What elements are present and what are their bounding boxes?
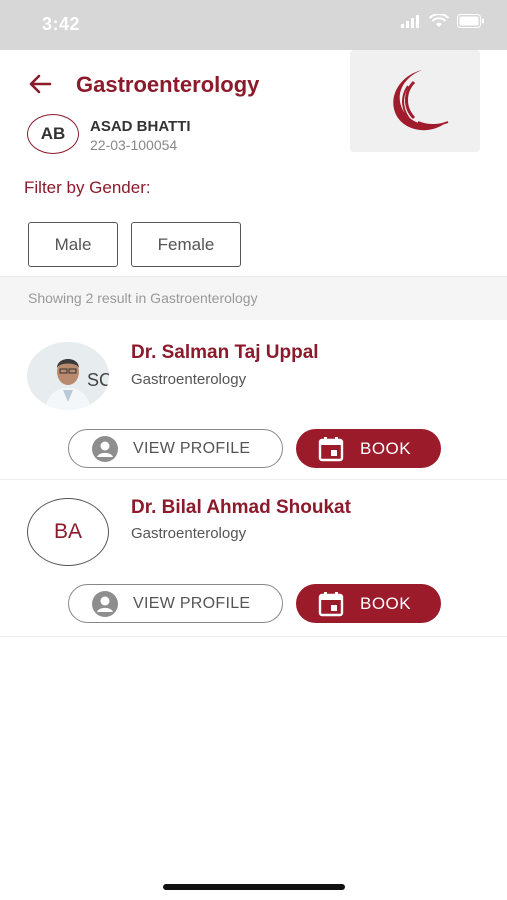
doctor-photo: SC: [27, 342, 109, 410]
doctor-specialty: Gastroenterology: [131, 371, 247, 388]
page-title: Gastroenterology: [76, 72, 260, 97]
book-button[interactable]: BOOK: [296, 429, 441, 468]
calendar-icon: [318, 591, 344, 616]
results-summary: Showing 2 result in Gastroenterology: [28, 290, 258, 306]
view-profile-button[interactable]: VIEW PROFILE: [68, 429, 283, 468]
calendar-icon: [318, 436, 344, 461]
home-indicator[interactable]: [163, 884, 345, 890]
wifi-icon: [429, 14, 449, 27]
person-circle-icon: [92, 435, 118, 462]
doctor-card: BA Dr. Bilal Ahmad Shoukat Gastroenterol…: [0, 481, 507, 637]
battery-icon: [457, 14, 484, 28]
book-label: BOOK: [360, 438, 412, 458]
view-profile-label: VIEW PROFILE: [133, 439, 251, 457]
filter-female-button[interactable]: Female: [131, 222, 241, 267]
person-circle-icon: [92, 590, 118, 617]
svg-text:SC: SC: [87, 370, 109, 390]
doctor-initials-avatar: BA: [27, 498, 109, 566]
doctor-card: SC Dr. Salman Taj Uppal Gastroenterology…: [0, 322, 507, 480]
book-button[interactable]: BOOK: [296, 584, 441, 623]
crescent-logo-icon: [393, 70, 449, 131]
logo: [350, 50, 480, 152]
view-profile-label: VIEW PROFILE: [133, 594, 251, 612]
user-name: ASAD BHATTI: [90, 118, 191, 135]
view-profile-button[interactable]: VIEW PROFILE: [68, 584, 283, 623]
doctor-specialty: Gastroenterology: [131, 525, 247, 542]
status-time: 3:42: [42, 14, 81, 34]
signal-icon: [401, 15, 419, 28]
back-arrow-icon[interactable]: [26, 70, 54, 98]
doctor-portrait-icon: SC: [27, 342, 109, 410]
filter-label: Filter by Gender:: [24, 178, 151, 197]
doctor-name: Dr. Salman Taj Uppal: [131, 342, 319, 363]
status-bar: 3:42: [0, 0, 507, 50]
user-id: 22-03-100054: [90, 137, 178, 153]
filter-male-button[interactable]: Male: [28, 222, 118, 267]
book-label: BOOK: [360, 593, 412, 613]
user-avatar: AB: [27, 114, 79, 154]
status-icons: [401, 14, 485, 28]
doctor-name: Dr. Bilal Ahmad Shoukat: [131, 497, 351, 518]
